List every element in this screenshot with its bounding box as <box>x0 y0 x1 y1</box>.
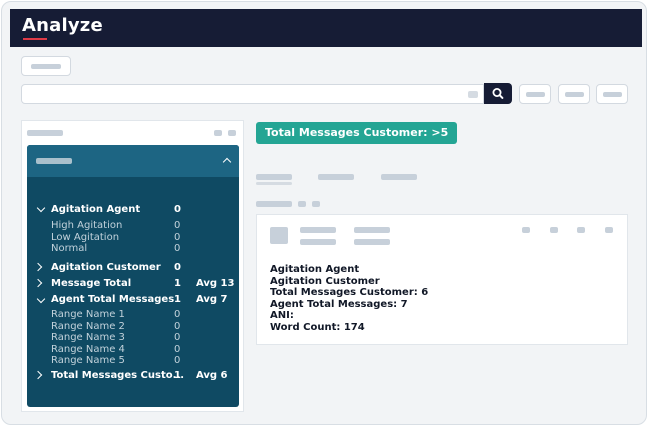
chevron-up-icon[interactable] <box>222 157 232 167</box>
action-label-placeholder <box>565 92 584 97</box>
tree-group-count: 0 <box>174 204 181 215</box>
result-action-placeholder[interactable] <box>577 227 585 233</box>
tree-item-label[interactable]: High Agitation <box>51 220 122 232</box>
top-bar: Analyze <box>10 9 642 47</box>
chevron-down-icon[interactable] <box>36 203 46 213</box>
result-line: Agitation Agent <box>270 264 360 275</box>
result-line: Word Count: 174 <box>270 322 365 333</box>
tree-item-count: 0 <box>174 309 181 320</box>
tree-group-avg: Avg 6 <box>196 370 228 381</box>
result-line: Agitation Customer <box>270 276 380 287</box>
results-control-placeholder[interactable] <box>312 201 320 207</box>
tree-item-label[interactable]: Range Name 1 <box>51 309 125 321</box>
title-underline <box>23 38 47 40</box>
active-tab-indicator <box>256 182 292 185</box>
result-action-placeholder[interactable] <box>550 227 558 233</box>
panel-title-placeholder <box>27 130 63 136</box>
toolbar-button-label-placeholder <box>31 64 61 69</box>
result-avatar-placeholder <box>270 227 288 244</box>
tree-item-count: 0 <box>174 243 181 254</box>
chevron-right-icon[interactable] <box>33 370 43 380</box>
tree-group-label[interactable]: Agent Total Messages <box>51 294 174 306</box>
tree-group-label[interactable]: Agitation Agent <box>51 204 140 216</box>
action-label-placeholder <box>603 92 622 97</box>
result-meta-placeholder <box>354 239 390 245</box>
chevron-right-icon[interactable] <box>33 262 43 272</box>
tree-item-count: 0 <box>174 355 181 366</box>
result-meta-placeholder <box>354 227 390 233</box>
tree-group-count: 1 <box>174 370 181 381</box>
tree-item-label[interactable]: Range Name 3 <box>51 332 125 344</box>
chevron-right-icon[interactable] <box>33 278 43 288</box>
toolbar-action-button-2[interactable] <box>558 84 590 104</box>
result-meta-placeholder <box>300 239 336 245</box>
search-clear-placeholder <box>468 91 478 98</box>
facet-tree-header[interactable] <box>27 145 239 177</box>
tree-item-count: 0 <box>174 220 181 231</box>
app-window: Analyze Agitation Agent 0 High Agitation… <box>1 1 647 425</box>
result-line: ANI: <box>270 310 294 321</box>
tree-item-label[interactable]: Range Name 5 <box>51 355 125 367</box>
tree-item-label[interactable]: Normal <box>51 243 87 255</box>
tree-group-label[interactable]: Agitation Customer <box>51 262 161 274</box>
result-card[interactable]: Agitation Agent Agitation Customer Total… <box>256 214 628 345</box>
search-icon <box>492 88 504 99</box>
toolbar-action-button-1[interactable] <box>519 84 551 104</box>
search-button[interactable] <box>484 83 512 104</box>
result-action-placeholder[interactable] <box>605 227 613 233</box>
tree-group-count: 1 <box>174 278 181 289</box>
tab-placeholder[interactable] <box>318 174 354 180</box>
active-filter-chip[interactable]: Total Messages Customer: >5 <box>256 122 458 144</box>
result-meta-placeholder <box>300 227 336 233</box>
chevron-down-icon[interactable] <box>36 294 46 304</box>
tree-item-count: 0 <box>174 332 181 343</box>
tree-group-label[interactable]: Message Total <box>51 278 131 290</box>
results-count-placeholder <box>256 201 292 207</box>
tree-group-avg: Avg 13 <box>196 278 235 289</box>
result-line: Total Messages Customer: 6 <box>270 287 429 298</box>
result-action-placeholder[interactable] <box>522 227 530 233</box>
toolbar-button[interactable] <box>21 56 71 76</box>
panel-control-placeholder[interactable] <box>228 130 236 136</box>
tree-group-count: 1 <box>174 294 181 305</box>
search-input[interactable] <box>21 84 484 104</box>
facet-tree-title-placeholder <box>36 158 72 164</box>
tab-placeholder[interactable] <box>256 174 292 180</box>
action-label-placeholder <box>526 92 545 97</box>
tab-placeholder[interactable] <box>381 174 417 180</box>
tree-group-label[interactable]: Total Messages Custo... <box>51 370 184 382</box>
result-line: Agent Total Messages: 7 <box>270 299 408 310</box>
panel-control-placeholder[interactable] <box>214 130 222 136</box>
tree-group-count: 0 <box>174 262 181 273</box>
toolbar-action-button-3[interactable] <box>596 84 628 104</box>
tree-group-avg: Avg 7 <box>196 294 228 305</box>
facet-tree: Agitation Agent 0 High Agitation 0 Low A… <box>27 145 239 407</box>
app-title: Analyze <box>22 15 103 36</box>
results-control-placeholder[interactable] <box>298 201 306 207</box>
